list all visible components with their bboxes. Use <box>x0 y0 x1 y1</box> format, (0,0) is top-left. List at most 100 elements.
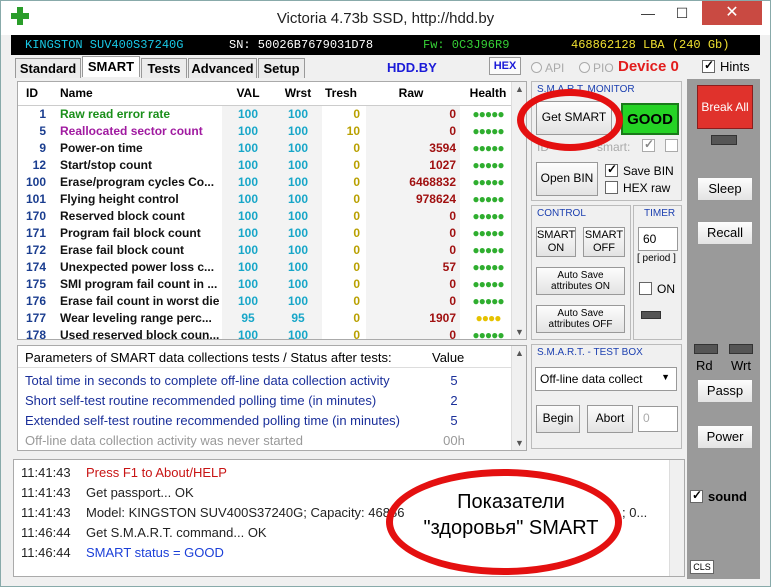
table-row[interactable]: 174 Unexpected power loss c... 100 100 0 57 ●●… <box>18 258 516 275</box>
scroll-down-icon[interactable]: ▼ <box>512 327 526 337</box>
hdd-by-link[interactable]: HDD.BY <box>387 60 437 75</box>
cell-raw: 0 <box>366 105 460 122</box>
params-scrollbar[interactable]: ▲ ▼ <box>511 346 526 450</box>
cell-name: Start/stop count <box>60 157 152 172</box>
log-time: 11:46:44 <box>21 545 71 560</box>
recall-button[interactable]: Recall <box>697 221 753 245</box>
smart-off-button[interactable]: SMART OFF <box>583 227 625 257</box>
table-row[interactable]: 172 Erase fail block count 100 100 0 0 ●●●●● <box>18 241 516 258</box>
table-row[interactable]: 177 Wear leveling range perc... 95 95 0 1907 ●… <box>18 309 516 326</box>
log-scrollbar[interactable] <box>669 460 684 576</box>
sound-checkbox[interactable]: sound <box>690 488 747 504</box>
params-header: Parameters of SMART data collections tes… <box>18 346 513 368</box>
passp-button[interactable]: Passp <box>697 379 753 403</box>
table-row[interactable]: 9 Power-on time 100 100 0 3594 ●●●●● <box>18 139 516 156</box>
col-tresh[interactable]: Tresh <box>322 82 366 106</box>
power-button[interactable]: Power <box>697 425 753 449</box>
table-row[interactable]: 5 Reallocated sector count 100 100 10 0 ●●●●● <box>18 122 516 139</box>
cell-raw: 1907 <box>366 309 460 326</box>
table-row[interactable]: 1 Raw read error rate 100 100 0 0 ●●●●● <box>18 105 516 122</box>
hex-raw-checkbox[interactable]: HEX raw <box>605 181 670 195</box>
api-radio[interactable]: API <box>531 61 564 75</box>
cell-raw: 6468832 <box>366 173 460 190</box>
params-row[interactable]: Short self-test routine recommended poll… <box>18 390 513 410</box>
tab-advanced[interactable]: Advanced <box>188 58 257 78</box>
log-message: Get passport... OK <box>86 485 194 500</box>
tab-smart[interactable]: SMART <box>82 56 140 77</box>
cell-id: 9 <box>39 140 46 155</box>
params-row[interactable]: Off-line data collection activity was ne… <box>18 430 513 450</box>
cell-wrst: 100 <box>274 241 322 258</box>
cell-tresh: 0 <box>353 140 360 155</box>
params-row-value: 5 <box>450 413 458 428</box>
test-type-select[interactable]: Off-line data collect ▼ <box>535 367 677 391</box>
table-row[interactable]: 100 Erase/program cycles Co... 100 100 0 6468… <box>18 173 516 190</box>
scroll-up-icon[interactable]: ▲ <box>512 348 526 358</box>
smart-checkbox-2[interactable] <box>665 139 683 153</box>
table-row[interactable]: 178 Used reserved block coun... 100 100 0 0 ●●… <box>18 326 516 339</box>
cell-raw: 57 <box>366 258 460 275</box>
save-bin-checkbox[interactable]: Save BIN <box>605 162 674 178</box>
table-row[interactable]: 176 Erase fail count in worst die 100 100 0 0… <box>18 292 516 309</box>
cell-val: 100 <box>222 224 274 241</box>
control-title: CONTROL <box>537 208 586 219</box>
autosave-off-button[interactable]: Auto Save attributes OFF <box>536 305 625 333</box>
col-wrst[interactable]: Wrst <box>274 82 322 106</box>
autosave-on-button[interactable]: Auto Save attributes ON <box>536 267 625 295</box>
sleep-button[interactable]: Sleep <box>697 177 753 201</box>
table-row[interactable]: 170 Reserved block count 100 100 0 0 ●●●●● <box>18 207 516 224</box>
drive-firmware: Fw: 0C3J96R9 <box>423 38 510 52</box>
params-row[interactable]: Total time in seconds to complete off-li… <box>18 370 513 390</box>
scroll-up-icon[interactable]: ▲ <box>512 84 526 94</box>
checkbox-icon <box>639 282 652 295</box>
device-label[interactable]: Device 0 <box>618 58 679 75</box>
params-row[interactable]: Extended self-test routine recommended p… <box>18 410 513 430</box>
clear-log-button[interactable]: CLS <box>690 560 714 574</box>
hex-button[interactable]: HEX <box>489 57 521 75</box>
minimize-button[interactable]: — <box>631 1 665 25</box>
break-all-button[interactable]: Break All <box>697 85 753 129</box>
checkbox-checked-icon <box>642 137 655 152</box>
table-row[interactable]: 171 Program fail block count 100 100 0 0 ●●●●● <box>18 224 516 241</box>
abort-button[interactable]: Abort <box>587 405 633 433</box>
hints-checkbox[interactable]: Hints <box>702 58 750 74</box>
cell-wrst: 100 <box>274 258 322 275</box>
table-row[interactable]: 101 Flying height control 100 100 0 978624 ●●●… <box>18 190 516 207</box>
annotation-text: Показатели "здоровья" SMART <box>423 491 599 539</box>
open-bin-button[interactable]: Open BIN <box>536 162 598 196</box>
log-message-tail: ; 0... <box>622 505 648 520</box>
timer-on-checkbox[interactable]: ON <box>639 282 675 296</box>
cell-wrst: 100 <box>274 139 322 156</box>
col-health[interactable]: Health <box>460 82 516 106</box>
tab-setup[interactable]: Setup <box>258 58 305 78</box>
col-name[interactable]: Name <box>52 82 222 106</box>
begin-button[interactable]: Begin <box>536 405 580 433</box>
cell-id: 171 <box>25 225 46 240</box>
cell-raw: 0 <box>366 275 460 292</box>
tab-tests[interactable]: Tests <box>141 58 187 78</box>
smart-checkbox[interactable] <box>642 137 660 153</box>
cell-health: ●●●●● <box>472 208 504 223</box>
col-val[interactable]: VAL <box>222 82 274 106</box>
params-header-title: Parameters of SMART data collections tes… <box>25 350 392 365</box>
cell-health: ●●●●● <box>472 259 504 274</box>
close-button[interactable]: ✕ <box>702 1 762 25</box>
scroll-down-icon[interactable]: ▼ <box>512 438 526 448</box>
checkbox-checked-icon <box>702 58 715 73</box>
cell-health: ●●●●● <box>472 225 504 240</box>
wrt-label: Wrt <box>731 358 751 373</box>
col-raw[interactable]: Raw <box>366 82 460 106</box>
pio-radio[interactable]: PIO <box>579 61 614 75</box>
timer-input[interactable]: 60 <box>638 227 678 251</box>
cell-health: ●●●●● <box>472 242 504 257</box>
test-value-input[interactable]: 0 <box>638 406 678 432</box>
table-row[interactable]: 175 SMI program fail count in ... 100 100 0 0… <box>18 275 516 292</box>
cell-health: ●●●●● <box>472 140 504 155</box>
smart-on-button[interactable]: SMART ON <box>536 227 576 257</box>
table-row[interactable]: 12 Start/stop count 100 100 0 1027 ●●●●● <box>18 156 516 173</box>
tab-standard[interactable]: Standard <box>15 58 81 78</box>
maximize-button[interactable]: ☐ <box>665 1 699 25</box>
log-message: Get S.M.A.R.T. command... OK <box>86 525 267 540</box>
col-id[interactable]: ID <box>18 82 52 106</box>
log-time: 11:41:43 <box>21 485 71 500</box>
